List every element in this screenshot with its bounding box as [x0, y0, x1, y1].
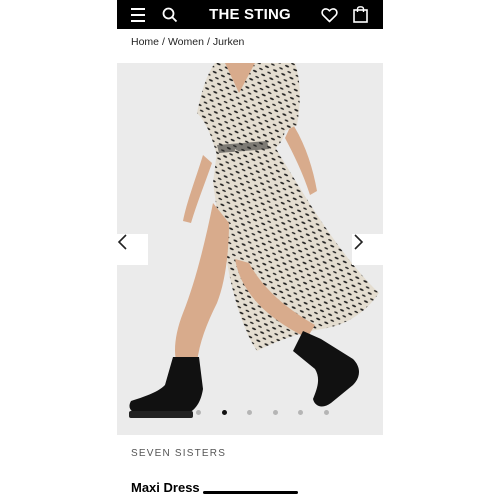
heart-icon[interactable] [319, 0, 339, 29]
product-page: THE STING Home / Women / Jurken SEVEN SI… [117, 0, 383, 500]
carousel-dot[interactable] [298, 410, 303, 415]
chevron-left-icon [117, 234, 127, 250]
site-logo[interactable]: THE STING [117, 0, 383, 29]
search-icon[interactable] [161, 0, 179, 29]
breadcrumb: Home / Women / Jurken [131, 36, 244, 48]
carousel-dot[interactable] [272, 410, 278, 415]
bag-icon[interactable] [351, 0, 369, 29]
previous-image-button[interactable] [117, 234, 148, 265]
product-image-gallery[interactable] [117, 63, 383, 435]
breadcrumb-separator: / [162, 36, 165, 48]
carousel-dot[interactable] [196, 410, 201, 415]
product-name: Maxi Dress [131, 480, 200, 495]
breadcrumb-women[interactable]: Women [168, 36, 204, 48]
menu-icon[interactable] [129, 0, 147, 29]
chevron-right-icon [354, 234, 364, 250]
carousel-dot[interactable] [221, 410, 227, 415]
breadcrumb-home[interactable]: Home [131, 36, 159, 48]
product-brand[interactable]: SEVEN SISTERS [131, 448, 226, 459]
product-photo [117, 63, 383, 435]
next-image-button[interactable] [352, 234, 383, 265]
breadcrumb-jurken: Jurken [212, 36, 245, 48]
breadcrumb-separator: / [206, 36, 210, 48]
scroll-indicator [203, 491, 298, 494]
top-header: THE STING [117, 0, 383, 29]
carousel-dot[interactable] [323, 410, 329, 415]
carousel-dots [117, 409, 383, 417]
carousel-dot[interactable] [247, 410, 252, 415]
